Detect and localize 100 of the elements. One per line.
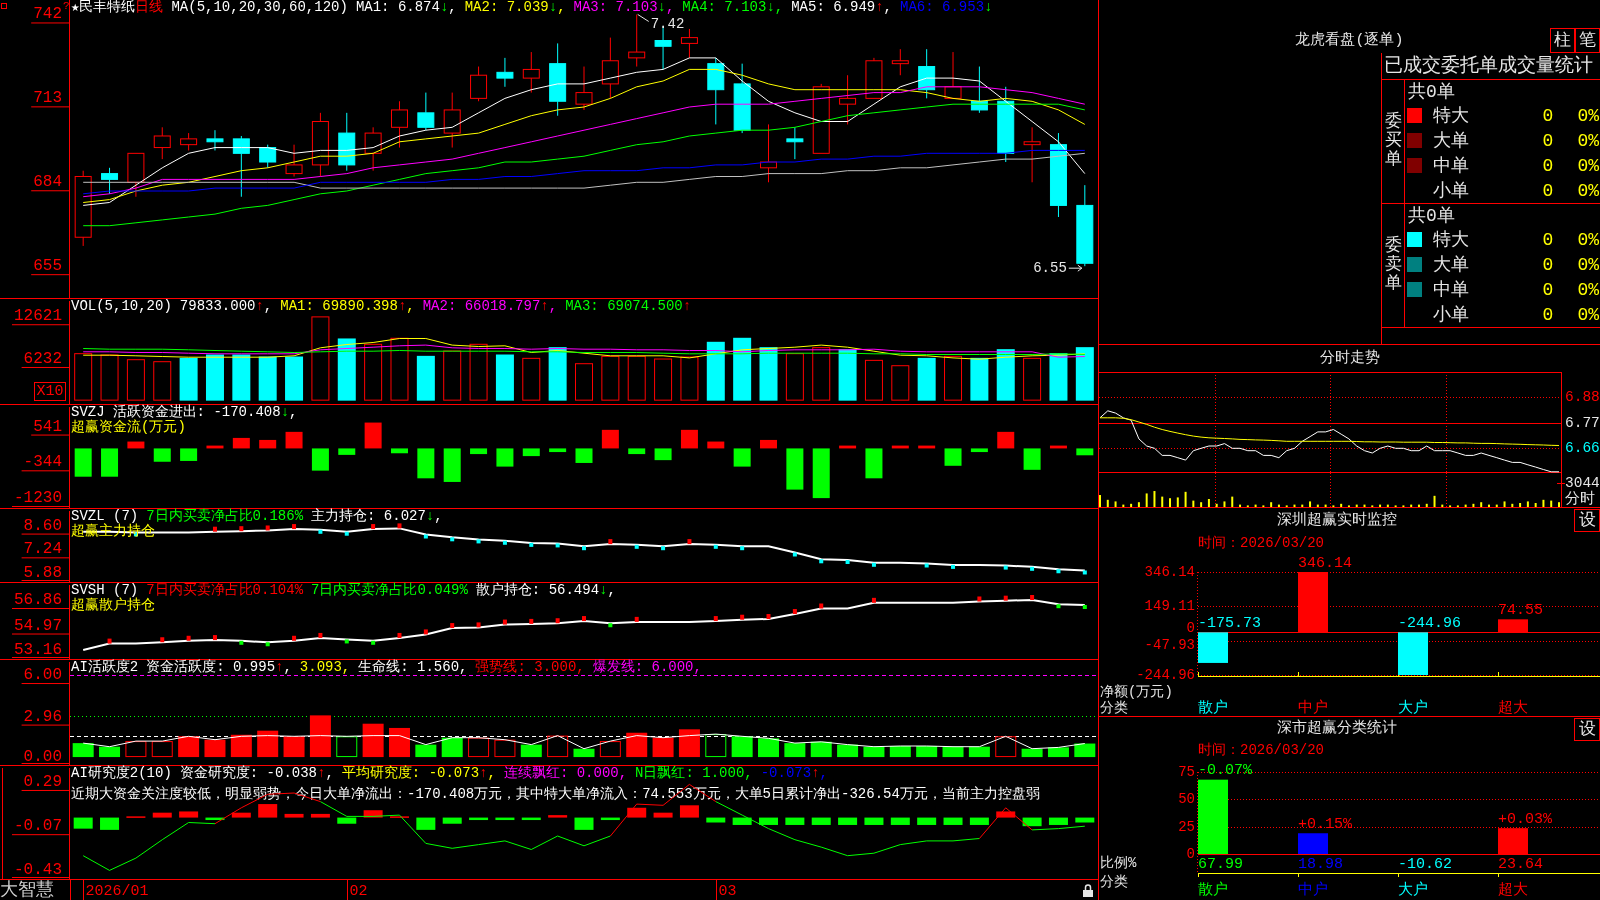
order-count: 0 bbox=[1542, 254, 1554, 275]
y-axis-label: 655 bbox=[33, 257, 62, 276]
indicator-value: -0.073 bbox=[760, 766, 812, 781]
axis-title: 净额(万元) bbox=[1100, 684, 1173, 700]
unit-label: X10 bbox=[34, 382, 66, 401]
order-count: 0 bbox=[1542, 105, 1554, 126]
order-size-label: 小单 bbox=[1433, 304, 1469, 325]
candle bbox=[839, 74, 857, 125]
y-axis-label: 684 bbox=[33, 173, 62, 192]
y-axis-label: 50 bbox=[1178, 791, 1195, 808]
group-label: 委卖单 bbox=[1384, 237, 1402, 294]
y-axis-label: -0.07 bbox=[14, 817, 62, 836]
trend-arrow: ↑, bbox=[397, 299, 415, 314]
candle bbox=[417, 92, 435, 131]
order-count: 0 bbox=[1542, 229, 1554, 250]
candle bbox=[364, 126, 382, 172]
panel-title: 深市超赢分类统计 bbox=[1276, 720, 1397, 738]
value-label: 23.64 bbox=[1498, 855, 1543, 873]
candle bbox=[391, 100, 408, 149]
indicator-value: 7日内买卖净占比0.186% bbox=[146, 509, 304, 524]
order-total: 共0单 bbox=[1408, 205, 1455, 226]
indicator-title: AI活跃度2 bbox=[71, 660, 139, 675]
y-axis-label: 742 bbox=[33, 5, 62, 24]
order-total: 共0单 bbox=[1408, 81, 1455, 102]
indicator-value: N日飘红: 1.000, bbox=[635, 766, 753, 781]
order-size-label: 大单 bbox=[1433, 130, 1469, 151]
y-axis-label: 12621 bbox=[14, 307, 62, 326]
y-axis-label: 149.11 bbox=[1144, 598, 1195, 615]
price-annotation: 6.55 bbox=[1033, 260, 1067, 277]
change-label: +0.15% bbox=[1298, 815, 1352, 833]
indicator-value: MA3: 69074.500 bbox=[565, 299, 683, 314]
trend-arrow: ↓, bbox=[280, 405, 298, 420]
indicator-value: 强势线: 3.000, bbox=[475, 660, 585, 675]
candle bbox=[338, 112, 356, 172]
y-axis-label: 346.14 bbox=[1144, 564, 1195, 580]
y-axis-label: 25 bbox=[1178, 818, 1195, 835]
trend-arrow: ↓, bbox=[599, 583, 616, 598]
candle bbox=[628, 13, 646, 68]
candle bbox=[153, 126, 171, 160]
axis-title: 比例% bbox=[1100, 855, 1137, 871]
y-axis-label: 0 bbox=[1186, 846, 1195, 862]
y-axis-label: 0 bbox=[1186, 620, 1195, 636]
indicator-value: 平均研究度: -0.073 bbox=[341, 766, 480, 781]
indicator-value: MA6: 6.953 bbox=[900, 0, 985, 15]
candle bbox=[443, 92, 461, 149]
indicator-value: 散户持仓: 56.494 bbox=[475, 583, 600, 598]
indicator-value: MA5: 6.949 bbox=[791, 0, 876, 15]
indicator-value: MA1: 6.874 bbox=[355, 0, 440, 15]
indicator-value: 爆发线: 6.000, bbox=[592, 660, 702, 675]
y-axis-label: 75 bbox=[1178, 764, 1195, 780]
indicator-value: MA1: 69890.398 bbox=[280, 299, 398, 314]
timestamp: 时间：2026/03/20 bbox=[1198, 534, 1324, 552]
arrow-icon bbox=[1068, 264, 1083, 272]
settings-button[interactable]: 设 bbox=[1574, 718, 1600, 741]
date-axis-label: 03 bbox=[718, 882, 737, 900]
candle bbox=[944, 51, 962, 99]
indicator-title: SVZL (7) bbox=[71, 509, 139, 524]
trend-arrow: ↓, bbox=[766, 0, 784, 15]
category-label: 中户 bbox=[1298, 881, 1328, 899]
panel-title: 龙虎看盘(逐单) bbox=[1295, 32, 1404, 50]
candle bbox=[680, 28, 698, 59]
trend-arrow: ↑ bbox=[682, 299, 692, 314]
order-count: 0 bbox=[1542, 304, 1554, 325]
indicator-value: MA4: 7.103 bbox=[682, 0, 767, 15]
order-size-label: 中单 bbox=[1433, 155, 1469, 176]
candle bbox=[470, 66, 488, 102]
order-count: 0 bbox=[1542, 279, 1554, 300]
view-toggle-button[interactable]: 笔 bbox=[1575, 28, 1600, 53]
candle bbox=[865, 57, 883, 99]
candle bbox=[259, 144, 277, 169]
trend-arrow: ↓, bbox=[439, 0, 457, 15]
y-axis-label: 7.24 bbox=[23, 540, 62, 559]
view-toggle-button[interactable]: 柱 bbox=[1550, 28, 1575, 53]
category-label: 大户 bbox=[1398, 881, 1428, 899]
trend-arrow: ↓, bbox=[657, 0, 675, 15]
settings-button[interactable]: 设 bbox=[1574, 509, 1600, 532]
period-label: 日线 bbox=[135, 0, 164, 15]
indicator-value: 7日内买卖净占比0.049% bbox=[311, 583, 468, 598]
candle bbox=[311, 112, 329, 177]
category-label: 大户 bbox=[1398, 699, 1428, 716]
timestamp: 时间：2026/03/20 bbox=[1198, 742, 1324, 759]
y-axis-label: 54.97 bbox=[14, 616, 62, 635]
y-axis-label: -344 bbox=[23, 453, 62, 472]
indicator-value: 生命线: 1.560, bbox=[358, 660, 468, 675]
price-axis-label: 6.88 bbox=[1565, 388, 1600, 405]
candle bbox=[918, 48, 936, 99]
order-share: 0% bbox=[1577, 180, 1599, 201]
category-label: 散户 bbox=[1198, 699, 1228, 716]
y-axis-label: 541 bbox=[33, 417, 62, 436]
indicator-value: MA2: 66018.797 bbox=[422, 299, 541, 314]
order-count: 0 bbox=[1542, 180, 1554, 201]
y-axis-label: 56.86 bbox=[14, 591, 62, 609]
order-size-label: 小单 bbox=[1433, 180, 1469, 201]
indicator-value: 3.093, bbox=[299, 660, 351, 675]
candle bbox=[733, 63, 751, 134]
y-axis-label: 5.88 bbox=[23, 564, 62, 582]
trend-arrow: ↑, bbox=[255, 299, 273, 314]
indicator-subtitle: 超赢资金流(万元) bbox=[71, 420, 186, 435]
trend-arrow: ↓, bbox=[425, 509, 443, 524]
candle bbox=[206, 129, 224, 151]
